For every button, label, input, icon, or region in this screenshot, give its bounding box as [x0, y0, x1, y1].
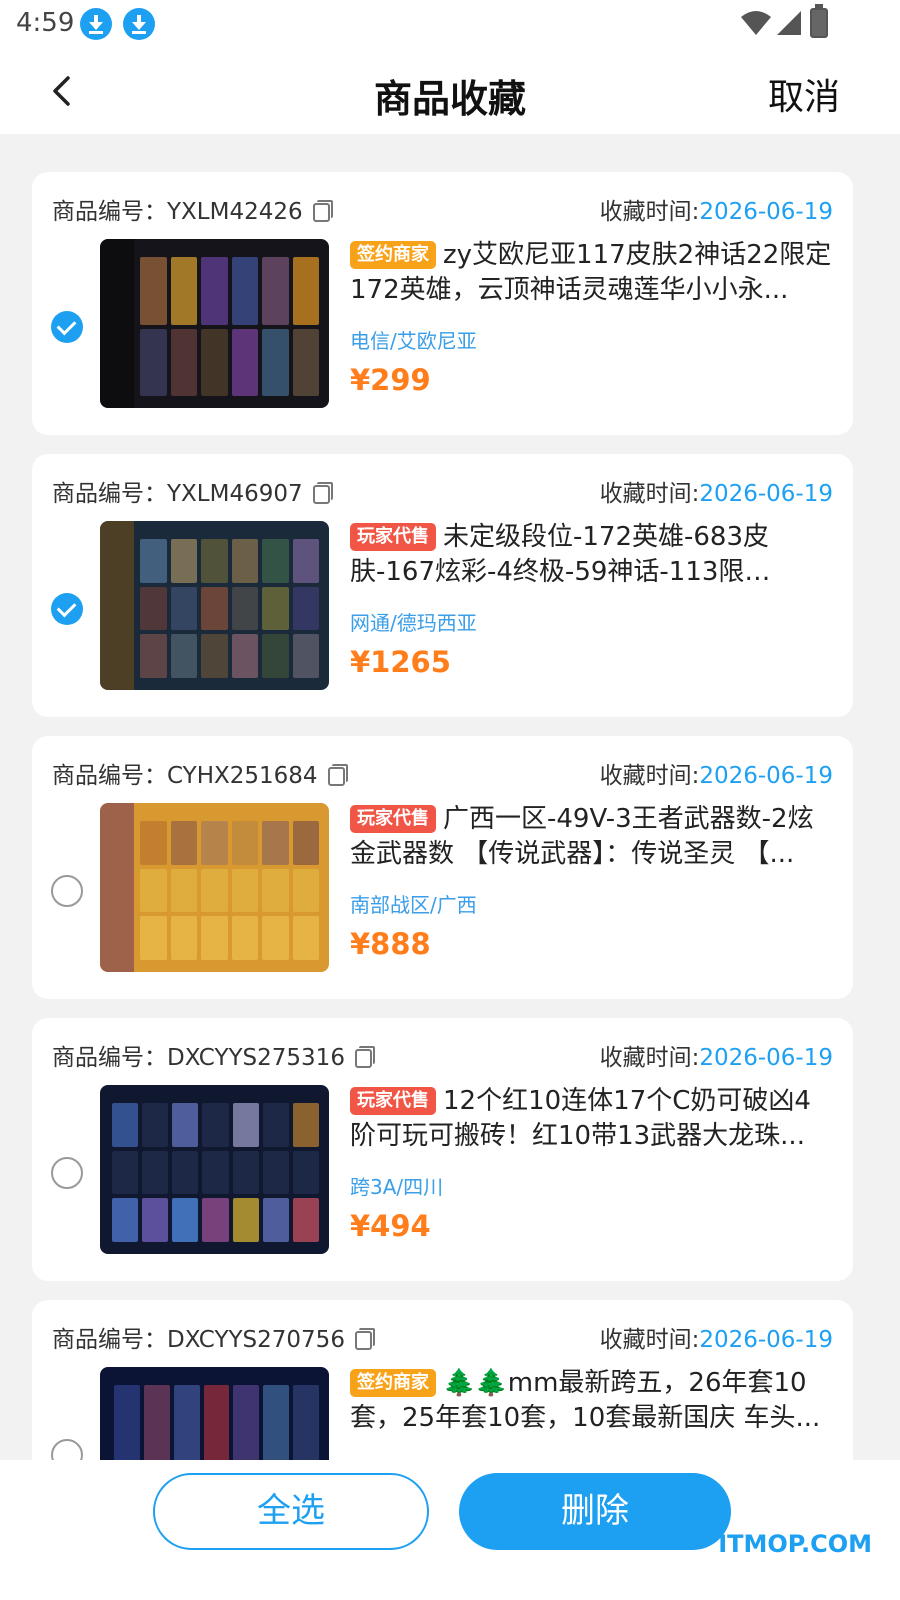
- item-price: ¥888: [350, 927, 431, 961]
- seller-tag: 玩家代售: [350, 523, 436, 551]
- favorite-date: 2026-06-19: [699, 763, 833, 789]
- copy-icon[interactable]: [312, 482, 333, 504]
- item-thumbnail[interactable]: [100, 803, 329, 972]
- favorite-item-card[interactable]: 商品编号：YXLM46907 收藏时间:2026-06-19 玩家代售 未定级段位…: [32, 454, 853, 717]
- item-server: 电信/艾欧尼亚: [350, 329, 477, 353]
- page-title: 商品收藏: [373, 77, 526, 121]
- favorite-item-card[interactable]: 商品编号：DXCYYS275316 收藏时间:2026-06-19 玩家代售 12…: [32, 1018, 853, 1281]
- favorite-time-row: 收藏时间:2026-06-19: [600, 1320, 833, 1354]
- item-info: 玩家代售 广西一区-49V-3王者武器数-2炫金武器数 【传说武器】：传说圣灵 【…: [350, 802, 835, 961]
- item-title[interactable]: 玩家代售 广西一区-49V-3王者武器数-2炫金武器数 【传说武器】：传说圣灵 【…: [350, 802, 835, 872]
- time-label: 收藏时间:: [599, 763, 700, 789]
- favorite-item-card[interactable]: 商品编号：CYHX251684 收藏时间:2026-06-19 玩家代售 广西一区…: [32, 736, 853, 999]
- item-price: ¥299: [350, 363, 431, 397]
- item-code-row: 商品编号：DXCYYS270756: [52, 1320, 375, 1354]
- delete-button[interactable]: 删除: [459, 1473, 731, 1550]
- copy-icon[interactable]: [327, 764, 348, 786]
- item-code-row: 商品编号：CYHX251684: [52, 756, 348, 790]
- item-checkbox[interactable]: [51, 593, 83, 625]
- item-thumbnail[interactable]: [100, 521, 329, 690]
- favorite-date: 2026-06-19: [699, 1045, 833, 1071]
- nav-bar: 商品收藏 取消: [0, 50, 900, 134]
- item-code-row: 商品编号：YXLM46907: [52, 474, 333, 508]
- battery-icon: [810, 4, 828, 38]
- code-label: 商品编号：: [52, 481, 167, 507]
- seller-tag: 签约商家: [350, 241, 436, 269]
- watermark: ITMOP.COM: [718, 1530, 872, 1558]
- item-price: ¥1265: [350, 645, 451, 679]
- code-label: 商品编号：: [52, 1327, 167, 1353]
- favorite-time-row: 收藏时间:2026-06-19: [600, 756, 833, 790]
- item-info: 签约商家 🌲🌲mm最新跨五，26年套10套，25年套10套，10套最新国庆 车头.…: [350, 1366, 835, 1453]
- item-code: DXCYYS275316: [167, 1045, 345, 1071]
- favorites-list: 商品编号：YXLM42426 收藏时间:2026-06-19 签约商家 zy艾欧尼…: [32, 172, 853, 1582]
- item-thumbnail[interactable]: [100, 239, 329, 408]
- code-label: 商品编号：: [52, 763, 167, 789]
- item-server: 南部战区/广西: [350, 893, 477, 917]
- wifi-icon: [741, 11, 771, 35]
- item-info: 签约商家 zy艾欧尼亚117皮肤2神话22限定172英雄，云顶神话灵魂莲华小小永.…: [350, 238, 835, 397]
- copy-icon[interactable]: [354, 1328, 375, 1350]
- select-all-button[interactable]: 全选: [153, 1473, 429, 1550]
- item-checkbox[interactable]: [51, 875, 83, 907]
- time-label: 收藏时间:: [599, 1045, 700, 1071]
- cancel-button[interactable]: 取消: [768, 68, 840, 120]
- item-checkbox[interactable]: [51, 1157, 83, 1189]
- copy-icon[interactable]: [354, 1046, 375, 1068]
- seller-tag: 签约商家: [350, 1369, 436, 1397]
- item-info: 玩家代售 12个红10连体17个C奶可破凶4阶可玩可搬砖！红10带13武器大龙珠.…: [350, 1084, 835, 1243]
- item-title[interactable]: 签约商家 🌲🌲mm最新跨五，26年套10套，25年套10套，10套最新国庆 车头.…: [350, 1366, 835, 1436]
- seller-tag: 玩家代售: [350, 805, 436, 833]
- item-checkbox[interactable]: [51, 311, 83, 343]
- item-price: ¥494: [350, 1209, 431, 1243]
- item-thumbnail[interactable]: [100, 1085, 329, 1254]
- favorite-time-row: 收藏时间:2026-06-19: [600, 1038, 833, 1072]
- item-code: CYHX251684: [167, 763, 318, 789]
- item-server: 网通/德玛西亚: [350, 611, 477, 635]
- signal-icon: [777, 11, 801, 35]
- item-code: DXCYYS270756: [167, 1327, 345, 1353]
- item-title[interactable]: 签约商家 zy艾欧尼亚117皮肤2神话22限定172英雄，云顶神话灵魂莲华小小永.…: [350, 238, 835, 308]
- item-info: 玩家代售 未定级段位-172英雄-683皮肤-167炫彩-4终极-59神话-113…: [350, 520, 835, 679]
- favorite-date: 2026-06-19: [699, 199, 833, 225]
- favorite-date: 2026-06-19: [699, 1327, 833, 1353]
- copy-icon[interactable]: [312, 200, 333, 222]
- code-label: 商品编号：: [52, 1045, 167, 1071]
- item-server: 跨3A/四川: [350, 1175, 444, 1199]
- favorite-item-card[interactable]: 商品编号：YXLM42426 收藏时间:2026-06-19 签约商家 zy艾欧尼…: [32, 172, 853, 435]
- favorite-date: 2026-06-19: [699, 481, 833, 507]
- download-icon: [123, 8, 155, 40]
- status-bar: 4:59: [0, 0, 900, 50]
- time-label: 收藏时间:: [599, 1327, 700, 1353]
- time-label: 收藏时间:: [599, 481, 700, 507]
- item-code-row: 商品编号：YXLM42426: [52, 192, 333, 226]
- item-title[interactable]: 玩家代售 未定级段位-172英雄-683皮肤-167炫彩-4终极-59神话-113…: [350, 520, 835, 590]
- status-time: 4:59: [16, 8, 75, 38]
- download-icon: [80, 8, 112, 40]
- seller-tag: 玩家代售: [350, 1087, 436, 1115]
- item-code: YXLM42426: [167, 199, 303, 225]
- item-title[interactable]: 玩家代售 12个红10连体17个C奶可破凶4阶可玩可搬砖！红10带13武器大龙珠.…: [350, 1084, 835, 1154]
- item-code-row: 商品编号：DXCYYS275316: [52, 1038, 375, 1072]
- favorite-time-row: 收藏时间:2026-06-19: [600, 474, 833, 508]
- favorite-time-row: 收藏时间:2026-06-19: [600, 192, 833, 226]
- time-label: 收藏时间:: [599, 199, 700, 225]
- bottom-action-bar: 全选 删除 ITMOP.COM: [0, 1460, 900, 1600]
- code-label: 商品编号：: [52, 199, 167, 225]
- item-code: YXLM46907: [167, 481, 303, 507]
